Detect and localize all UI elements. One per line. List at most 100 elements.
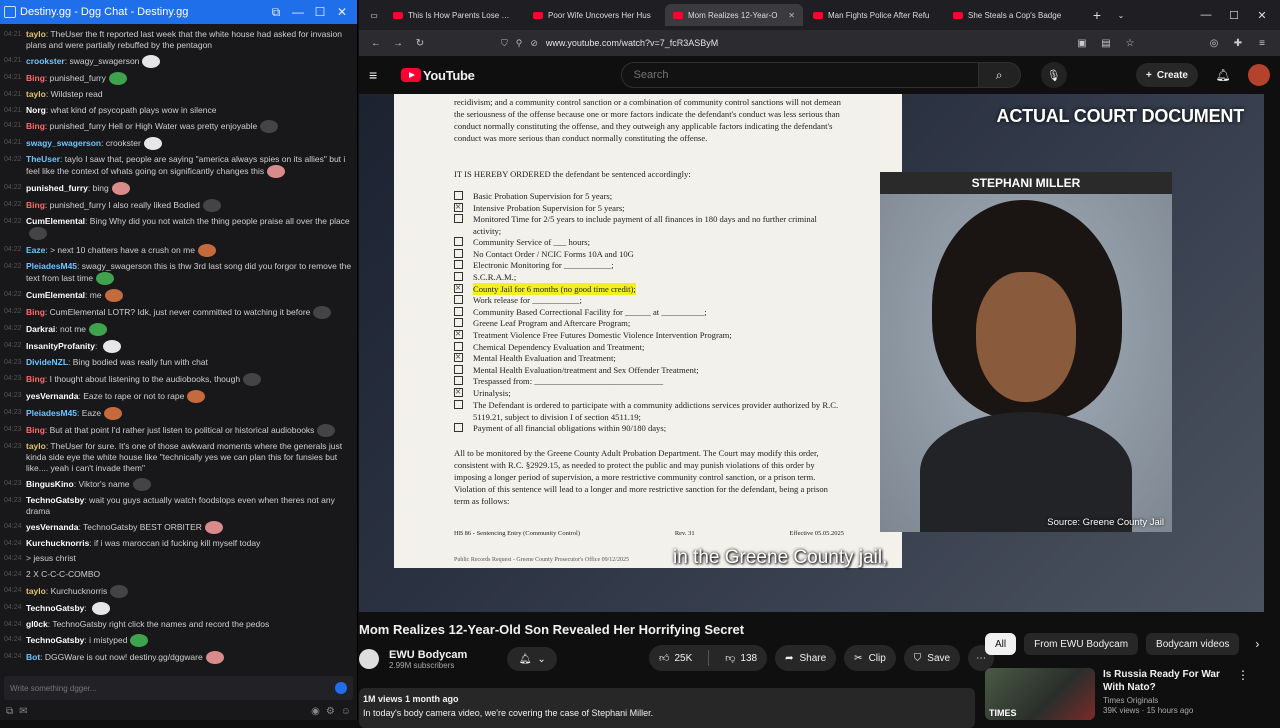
share-button[interactable]: ➦ Share — [775, 645, 837, 671]
app-menu-icon[interactable]: ≡ — [1250, 38, 1274, 49]
clip-button[interactable]: ✂ Clip — [844, 645, 896, 671]
notifications-bell-icon[interactable]: 🔔︎ — [1206, 68, 1240, 82]
url-text[interactable]: www.youtube.com/watch?v=7_fcR3ASByM — [546, 38, 718, 48]
message-username[interactable]: Bing — [26, 200, 45, 210]
whisper-icon[interactable]: ✉ — [19, 706, 27, 717]
close-tab-icon[interactable]: ✕ — [788, 11, 795, 20]
channel-avatar[interactable] — [359, 649, 379, 669]
chat-input[interactable] — [10, 683, 335, 693]
subscribed-bell-button[interactable]: 🔔︎ ⌄ — [507, 647, 558, 671]
message-username[interactable]: DivideNZL — [26, 357, 68, 367]
chat-message-list[interactable]: 04:21 taylo: TheUser the ft reported last… — [0, 25, 357, 667]
hamburger-menu-icon[interactable]: ≡ — [369, 67, 389, 83]
dislike-button[interactable]: 👎︎ 138 — [715, 645, 767, 671]
recommended-title[interactable]: Is Russia Ready For War With Nato? — [1103, 668, 1233, 694]
account-icon[interactable]: ◎ — [1202, 38, 1226, 49]
message-username[interactable]: InsanityProfanity — [26, 341, 95, 351]
message-username[interactable]: taylo — [26, 441, 46, 451]
message-username[interactable]: taylo — [26, 585, 46, 595]
message-username[interactable]: TheUser — [26, 154, 60, 164]
reader-icon[interactable]: ▤ — [1094, 38, 1118, 49]
microphone-icon: 🎙︎ — [1046, 69, 1061, 82]
avatar[interactable] — [1248, 64, 1270, 86]
search-input[interactable] — [633, 69, 966, 81]
doc-checklist-text: Electronic Monitoring for ___________; — [473, 260, 614, 271]
browser-tab[interactable]: She Steals a Cop's Badge — [945, 4, 1083, 26]
like-button[interactable]: 👍︎ 25K — [649, 645, 702, 671]
message-username[interactable]: Bing — [26, 121, 45, 131]
message-username[interactable]: PleiadesM45 — [26, 408, 77, 418]
message-username[interactable]: punished_furry — [26, 183, 88, 193]
message-username[interactable]: Eaze — [26, 245, 45, 255]
tracking-icon[interactable]: ⊘ — [530, 38, 538, 49]
browser-tab[interactable]: Poor Wife Uncovers Her Hus — [525, 4, 663, 26]
address-bar[interactable]: ⛉ ⚲ ⊘ www.youtube.com/watch?v=7_fcR3ASBy… — [501, 38, 1050, 49]
message-username[interactable]: Bing — [26, 425, 45, 435]
popout-icon[interactable]: ⧉ — [6, 706, 13, 717]
recommended-video[interactable]: TIMES Is Russia Ready For War With Nato?… — [985, 668, 1249, 720]
message-username[interactable]: Bing — [26, 307, 45, 317]
message-username[interactable]: crookster — [26, 56, 65, 66]
bookmark-star-icon[interactable]: ☆ — [1118, 38, 1142, 49]
youtube-logo[interactable]: YouTube — [401, 68, 475, 83]
message-username[interactable]: Norg — [26, 105, 46, 115]
message-username[interactable]: CumElemental — [26, 216, 85, 226]
settings-icon[interactable]: ⚙ — [326, 706, 335, 717]
message-username[interactable]: BingusKino — [26, 479, 74, 489]
extensions-icon[interactable]: ✚ — [1226, 38, 1250, 49]
new-tab-icon[interactable]: + — [1085, 7, 1109, 23]
message-username[interactable]: Kurchucknorris — [26, 538, 89, 548]
message-username[interactable]: PleiadesM45 — [26, 261, 77, 271]
close-icon[interactable]: ✕ — [1248, 9, 1276, 22]
message-username[interactable]: Bot — [26, 652, 40, 662]
create-button[interactable]: + Create — [1136, 63, 1198, 87]
save-button[interactable]: ⛉ Save — [903, 645, 961, 671]
forward-icon[interactable]: → — [387, 38, 409, 49]
picture-in-picture-icon[interactable]: ▣ — [1070, 38, 1094, 49]
site-permissions-icon[interactable]: ⚲ — [516, 38, 523, 49]
extensions-icon[interactable]: ⧉ — [265, 5, 287, 20]
recommended-channel[interactable]: Times Originals — [1103, 696, 1233, 705]
message-username[interactable]: yesVernanda — [26, 391, 78, 401]
more-vertical-icon[interactable]: ⋮ — [1237, 668, 1249, 720]
chip-all[interactable]: All — [985, 633, 1017, 655]
message-username[interactable]: Bing — [26, 73, 45, 83]
maximize-icon[interactable]: ☐ — [1220, 9, 1248, 22]
message-username[interactable]: Darkrai — [26, 324, 55, 334]
username-separator: : — [94, 340, 100, 351]
message-username[interactable]: TechnoGatsby — [26, 635, 84, 645]
message-username[interactable]: gl0ck — [26, 619, 48, 629]
minimize-icon[interactable]: — — [1192, 9, 1220, 21]
close-icon[interactable]: ✕ — [331, 5, 353, 19]
chat-status-icon[interactable] — [335, 682, 347, 694]
reload-icon[interactable]: ↻ — [409, 38, 431, 49]
recommended-thumbnail[interactable]: TIMES — [985, 668, 1095, 720]
message-username[interactable]: TechnoGatsby — [26, 495, 84, 505]
browser-tab[interactable]: Man Fights Police After Refu — [805, 4, 943, 26]
message-username[interactable]: Bing — [26, 374, 45, 384]
back-icon[interactable]: ← — [365, 38, 387, 49]
message-username[interactable]: CumElemental — [26, 290, 85, 300]
chevron-right-icon[interactable]: › — [1247, 637, 1267, 651]
chip-bodycam[interactable]: Bodycam videos — [1146, 633, 1240, 655]
browser-tab[interactable]: Mom Realizes 12-Year-O ✕ — [665, 4, 803, 26]
video-player[interactable]: recidivism; and a community control sanc… — [359, 94, 1264, 612]
message-username[interactable]: TechnoGatsby — [26, 602, 84, 612]
message-username[interactable]: taylo — [26, 29, 46, 39]
browser-tab[interactable]: This Is How Parents Lose Cus — [385, 4, 523, 26]
voice-search-button[interactable]: 🎙︎ — [1040, 62, 1067, 88]
tab-overview-icon[interactable]: ▭ — [363, 11, 385, 20]
chip-from-channel[interactable]: From EWU Bodycam — [1024, 633, 1139, 655]
message-username[interactable]: swagy_swagerson — [26, 138, 101, 148]
users-icon[interactable]: ☺ — [341, 706, 351, 717]
shield-icon[interactable]: ⛉ — [501, 38, 508, 49]
message-username[interactable]: yesVernanda — [26, 522, 78, 532]
tab-list-dropdown-icon[interactable]: ⌄ — [1109, 11, 1133, 20]
eye-icon[interactable]: ◉ — [311, 706, 320, 717]
maximize-icon[interactable]: ☐ — [309, 5, 331, 19]
channel-name[interactable]: EWU Bodycam — [389, 649, 467, 661]
description-box[interactable]: 1M views 1 month ago In today's body cam… — [359, 688, 975, 728]
search-button[interactable]: ⌕ — [978, 62, 1021, 88]
minimize-icon[interactable]: — — [287, 5, 309, 19]
message-username[interactable]: taylo — [26, 89, 46, 99]
